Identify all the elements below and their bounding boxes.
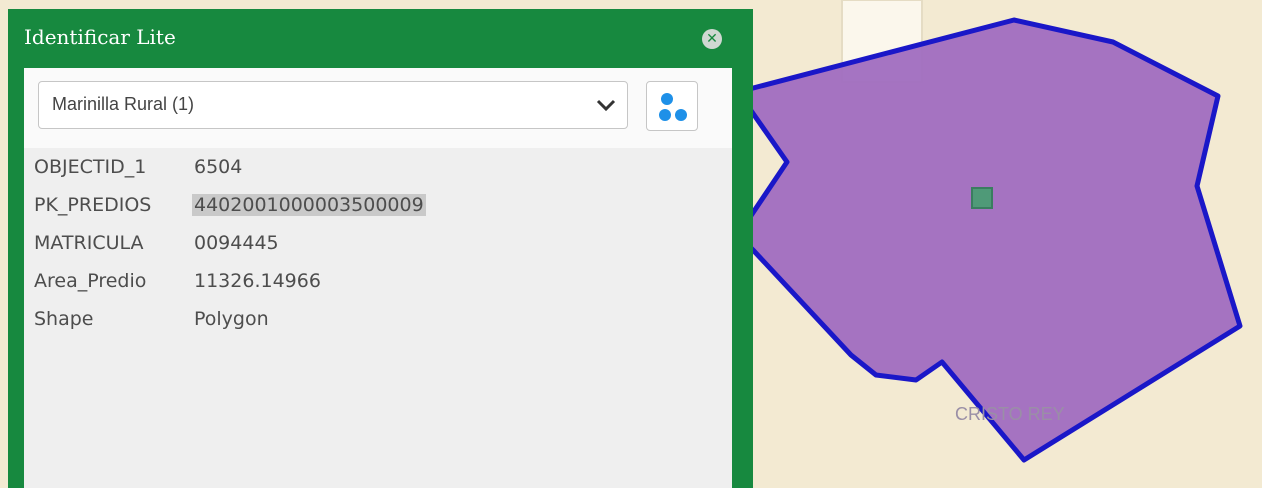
layer-select[interactable]: Marinilla Rural (1) xyxy=(38,81,628,129)
attribute-value: 4402001000003500009 xyxy=(192,194,426,216)
attribute-value: 0094445 xyxy=(194,232,279,254)
close-icon[interactable]: ✕ xyxy=(702,29,722,49)
attribute-name: Shape xyxy=(34,308,94,330)
attribute-value: Polygon xyxy=(194,308,269,330)
layer-select-value: Marinilla Rural (1) xyxy=(52,94,195,114)
panel-title: Identificar Lite xyxy=(24,25,176,49)
selection-marker xyxy=(971,187,993,209)
attribute-name: PK_PREDIOS xyxy=(34,194,152,216)
attribute-name: OBJECTID_1 xyxy=(34,156,147,178)
map-place-label: CRISTO REY xyxy=(955,404,1065,424)
cluster-icon xyxy=(659,93,687,121)
attribute-name: MATRICULA xyxy=(34,232,144,254)
attribute-value: 6504 xyxy=(194,156,243,178)
cluster-button[interactable] xyxy=(646,81,698,131)
attribute-value: 11326.14966 xyxy=(194,270,321,292)
chevron-down-icon xyxy=(596,99,616,112)
identify-content: Marinilla Rural (1) OBJECTID_1 6504 PK_P… xyxy=(24,68,732,488)
attribute-name: Area_Predio xyxy=(34,270,147,292)
